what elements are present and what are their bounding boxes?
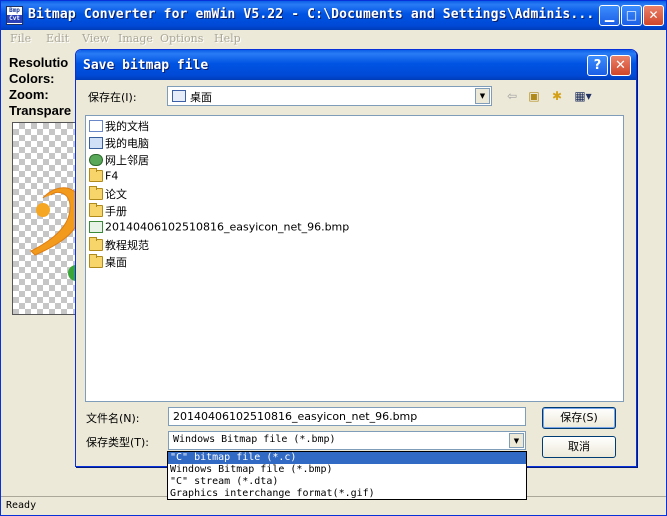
file-name: 论文 — [105, 188, 127, 201]
filetype-option-dta[interactable]: "C" stream (*.dta) — [168, 476, 526, 488]
save-button[interactable]: 保存(S) — [542, 407, 616, 429]
file-name: 桌面 — [105, 256, 127, 269]
status-text: Ready — [6, 500, 37, 511]
folder-shortcut-icon — [89, 237, 103, 251]
desktop-icon — [172, 90, 186, 102]
maximize-button[interactable]: □ — [621, 5, 642, 26]
file-list[interactable]: 我的文档 我的电脑 网上邻居 F4 论文 手册 2014040610251081… — [85, 115, 624, 402]
app-icon-text-top: Bmp — [9, 7, 20, 14]
app-icon: Bmp Cvt — [6, 6, 23, 25]
list-item[interactable]: F4 — [89, 168, 119, 185]
list-item[interactable]: 桌面 — [89, 254, 127, 270]
menu-help[interactable]: Help — [214, 32, 241, 45]
my-documents-icon — [89, 120, 103, 132]
chevron-down-icon[interactable]: ▼ — [509, 433, 524, 448]
main-titlebar[interactable]: Bmp Cvt Bitmap Converter for emWin V5.22… — [1, 1, 666, 30]
filetype-option-gif[interactable]: Graphics interchange format(*.gif) — [168, 488, 526, 500]
list-item[interactable]: 我的电脑 — [89, 135, 149, 151]
bmp-file-icon — [89, 221, 103, 233]
network-places-icon — [89, 154, 103, 166]
close-icon: ✕ — [648, 8, 659, 22]
save-bitmap-dialog: Save bitmap file ? ✕ 保存在(I): 桌面 ▼ ⇦ ▣ ✱ … — [75, 49, 637, 467]
save-in-value: 桌面 — [190, 91, 212, 104]
menu-image[interactable]: Image — [118, 32, 153, 45]
back-icon[interactable]: ⇦ — [503, 88, 521, 104]
app-icon-text-bottom: Cvt — [7, 15, 22, 23]
resolution-label: Resolutio — [9, 55, 69, 70]
dialog-close-button[interactable]: ✕ — [610, 55, 631, 76]
file-name: F4 — [105, 169, 119, 183]
filetype-option-c[interactable]: "C" bitmap file (*.c) — [168, 452, 526, 464]
list-item[interactable]: 手册 — [89, 203, 127, 219]
filename-input[interactable]: 20140406102510816_easyicon_net_96.bmp — [168, 407, 526, 426]
view-menu-icon[interactable]: ▦▾ — [571, 88, 595, 104]
list-item[interactable]: 教程规范 — [89, 237, 149, 253]
menubar: File Edit View Image Options Help — [1, 30, 666, 49]
file-name: 我的电脑 — [105, 137, 149, 150]
colors-label: Colors: — [9, 71, 55, 86]
list-item[interactable]: 20140406102510816_easyicon_net_96.bmp — [89, 220, 349, 236]
save-in-combo[interactable]: 桌面 ▼ — [167, 86, 492, 106]
cancel-button[interactable]: 取消 — [542, 436, 616, 458]
file-name: 我的文档 — [105, 120, 149, 133]
save-in-label: 保存在(I): — [88, 91, 137, 104]
folder-shortcut-icon — [89, 254, 103, 268]
file-name: 网上邻居 — [105, 154, 149, 167]
menu-options[interactable]: Options — [160, 32, 203, 45]
maximize-icon: □ — [625, 8, 638, 22]
file-name: 手册 — [105, 205, 127, 218]
zoom-label: Zoom: — [9, 87, 49, 102]
minimize-button[interactable]: ▁ — [599, 5, 620, 26]
cancel-button-label: 取消 — [568, 440, 590, 453]
close-button[interactable]: ✕ — [643, 5, 664, 26]
transparency-label: Transpare — [9, 103, 72, 118]
list-item[interactable]: 网上邻居 — [89, 152, 149, 168]
close-icon: ✕ — [615, 58, 626, 73]
filename-label: 文件名(N): — [86, 412, 140, 425]
folder-icon — [89, 168, 103, 182]
image-preview[interactable] — [12, 122, 82, 315]
file-name: 教程规范 — [105, 239, 149, 252]
question-icon: ? — [593, 58, 602, 73]
list-item[interactable]: 论文 — [89, 186, 127, 202]
filetype-label: 保存类型(T): — [86, 436, 150, 449]
filetype-value: Windows Bitmap file (*.bmp) — [173, 434, 336, 445]
menu-file[interactable]: File — [10, 32, 31, 45]
filename-value: 20140406102510816_easyicon_net_96.bmp — [173, 410, 418, 423]
menu-edit[interactable]: Edit — [46, 32, 69, 45]
list-item[interactable]: 我的文档 — [89, 118, 149, 134]
up-folder-icon[interactable]: ▣ — [525, 88, 543, 104]
save-button-label: 保存(S) — [560, 411, 598, 424]
filetype-dropdown-list[interactable]: "C" bitmap file (*.c) Windows Bitmap fil… — [167, 451, 527, 500]
filetype-combo[interactable]: Windows Bitmap file (*.bmp) ▼ — [168, 431, 526, 450]
my-computer-icon — [89, 137, 103, 149]
folder-icon — [89, 186, 103, 200]
chevron-down-icon[interactable]: ▼ — [475, 88, 490, 104]
menu-view[interactable]: View — [82, 32, 109, 45]
folder-icon — [89, 203, 103, 217]
help-button[interactable]: ? — [587, 55, 608, 76]
filetype-option-bmp[interactable]: Windows Bitmap file (*.bmp) — [168, 464, 526, 476]
new-folder-icon[interactable]: ✱ — [548, 88, 566, 104]
dialog-title: Save bitmap file — [83, 58, 209, 73]
bass-clef-image — [30, 187, 81, 281]
dialog-titlebar[interactable]: Save bitmap file ? ✕ — [76, 50, 636, 80]
file-name: 20140406102510816_easyicon_net_96.bmp — [105, 220, 350, 234]
minimize-icon: ▁ — [604, 8, 615, 22]
main-title: Bitmap Converter for emWin V5.22 - C:\Do… — [28, 7, 595, 22]
